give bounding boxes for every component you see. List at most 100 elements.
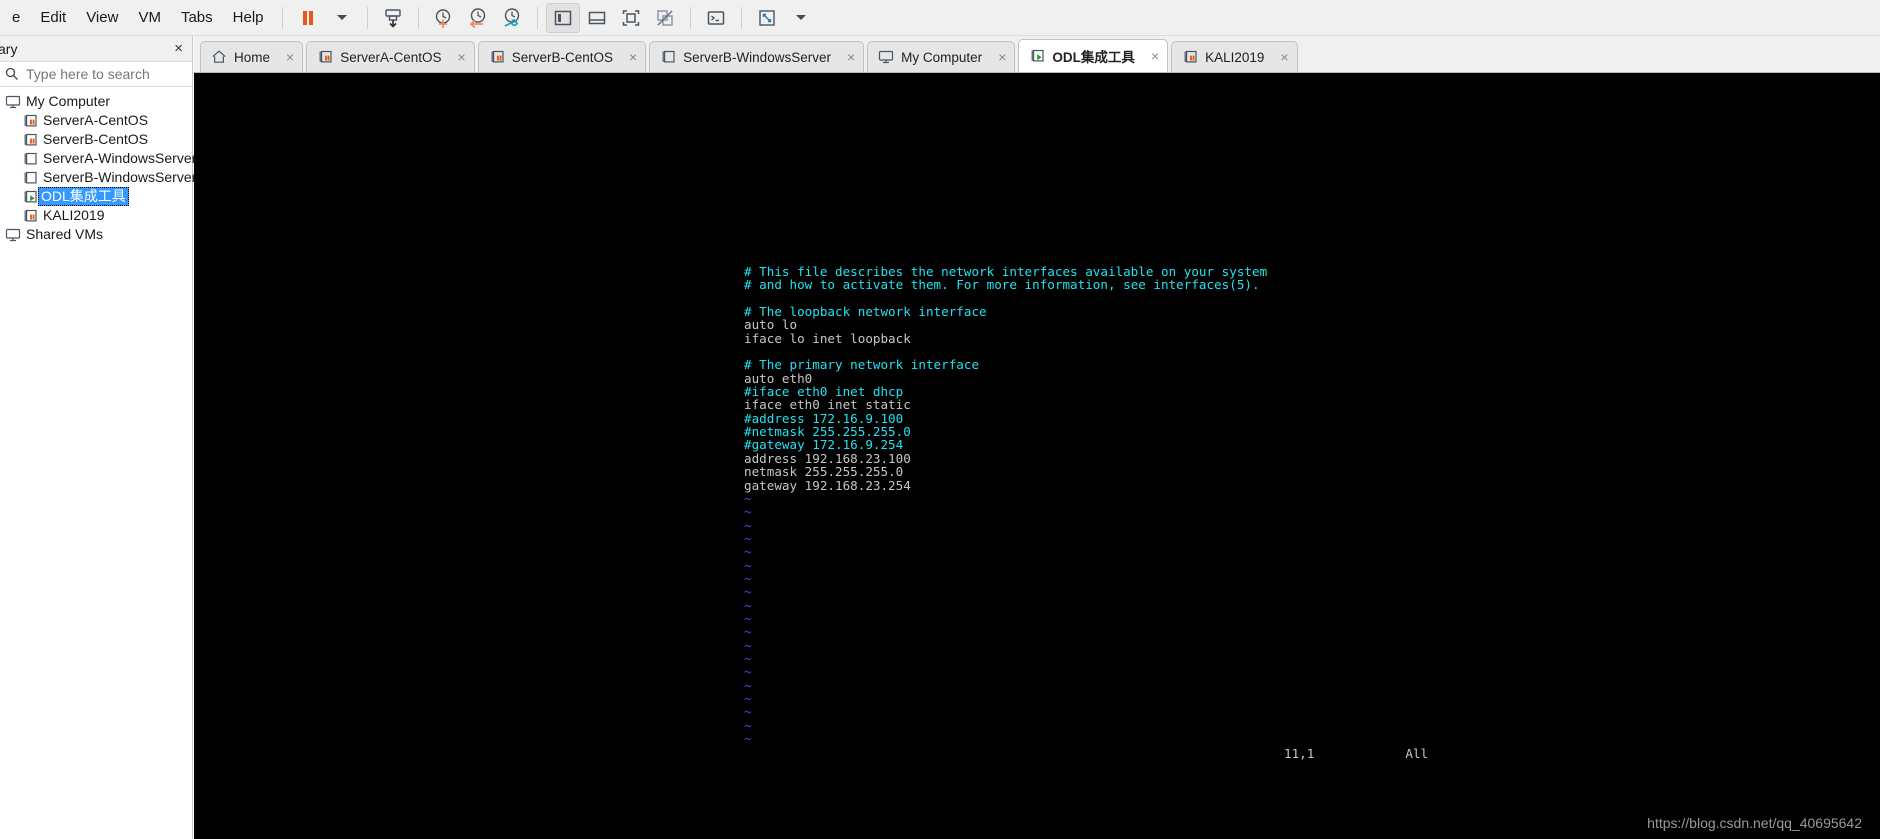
shared-vms-icon — [5, 227, 21, 243]
search-input[interactable] — [20, 65, 209, 83]
vm-powered-off-icon — [22, 170, 38, 186]
terminal-line: ~ — [744, 490, 752, 506]
terminal-line: ~ — [744, 717, 752, 733]
menu-edit[interactable]: Edit — [30, 5, 76, 30]
tree-item-servera-centos[interactable]: ServerA-CentOS — [0, 111, 192, 130]
library-close-button[interactable]: × — [169, 40, 188, 57]
send-ctrl-alt-del-button[interactable] — [376, 3, 410, 33]
vm-powered-off-icon — [660, 49, 676, 65]
toolbar-divider-2 — [366, 6, 368, 29]
tree-item-my-computer[interactable]: My Computer — [0, 92, 192, 111]
snapshot-manager-button[interactable] — [495, 3, 529, 33]
tab-home[interactable]: Home × — [200, 41, 304, 72]
snapshot-clock-wrench-icon — [504, 7, 519, 27]
tab-bar: Home × ServerA-CentOS × ServerB-CentOS × Serve… — [194, 36, 1880, 73]
tree-item-my-computer-label: My Computer — [26, 93, 111, 109]
vm-running-icon — [1182, 49, 1198, 65]
terminal-line: ~ — [744, 704, 752, 720]
menu-vm[interactable]: VM — [128, 5, 171, 30]
menu-edit-label: Edit — [40, 9, 67, 26]
revert-snapshot-button[interactable] — [461, 3, 495, 33]
terminal-line: ~ — [744, 731, 752, 747]
terminal-line: # The loopback network interface — [744, 304, 987, 320]
watermark-text: https://blog.csdn.net/qq_40695642 — [1647, 815, 1862, 831]
show-thumbnail-bar-button[interactable] — [580, 3, 614, 33]
tree-item-servera-windowsserver[interactable]: ServerA-WindowsServer — [0, 149, 196, 168]
snapshot-clock-back-icon — [469, 7, 485, 28]
vi-status-line: 11,1 All — [1284, 746, 1428, 761]
suspend-button[interactable] — [291, 3, 325, 33]
tab-servera-centos-label: ServerA-CentOS — [340, 49, 442, 65]
terminal-text: # This file describes the network interf… — [744, 265, 1267, 747]
show-library-button[interactable] — [545, 2, 580, 33]
terminal-line: #netmask 255.255.255.0 — [744, 424, 911, 440]
tab-home-label: Home — [234, 49, 271, 65]
tab-servera-centos-close-button[interactable]: × — [458, 49, 466, 65]
tab-serverb-windowsserver[interactable]: ServerB-WindowsServer × — [649, 41, 865, 72]
tab-my-computer[interactable]: My Computer × — [867, 41, 1016, 72]
tab-kali2019[interactable]: KALI2019 × — [1171, 41, 1298, 72]
take-snapshot-button[interactable] — [427, 3, 461, 33]
terminal-line: ~ — [744, 691, 752, 706]
menu-view[interactable]: View — [76, 5, 128, 30]
snapshot-clock-plus-icon — [435, 8, 450, 28]
terminal-line: ~ — [744, 530, 752, 546]
unity-disabled-icon — [656, 9, 673, 26]
tab-serverb-centos[interactable]: ServerB-CentOS × — [477, 41, 647, 72]
scroll-position: All — [1405, 746, 1429, 761]
tab-odl[interactable]: ODL集成工具 × — [1018, 39, 1169, 72]
fullscreen-dropdown-button[interactable] — [784, 3, 818, 33]
menu-help[interactable]: Help — [223, 5, 274, 30]
terminal-line: ~ — [744, 650, 752, 666]
terminal-line: ~ — [744, 584, 752, 600]
menu-tabs[interactable]: Tabs — [171, 5, 223, 30]
tab-odl-close-button[interactable]: × — [1151, 48, 1159, 64]
terminal-line: ~ — [744, 544, 752, 560]
tree-item-serverb-centos-label: ServerB-CentOS — [43, 131, 149, 147]
search-icon — [5, 67, 18, 80]
tree-item-serverb-centos[interactable]: ServerB-CentOS — [0, 130, 192, 149]
terminal-line: ~ — [744, 570, 752, 586]
tab-serverb-windowsserver-close-button[interactable]: × — [847, 49, 855, 65]
tab-serverb-centos-close-button[interactable]: × — [629, 49, 637, 65]
library-title: ary — [0, 40, 18, 57]
console-button[interactable] — [699, 3, 733, 33]
menu-file-label: e — [12, 9, 21, 26]
tree-item-servera-windowsserver-label: ServerA-WindowsServer — [43, 150, 197, 166]
chevron-down-icon — [336, 15, 347, 20]
unity-mode-button[interactable] — [648, 3, 682, 33]
tree-item-odl[interactable]: ODL集成工具 — [0, 187, 192, 206]
vm-running-icon — [22, 113, 38, 129]
tab-servera-centos[interactable]: ServerA-CentOS × — [306, 41, 475, 72]
vm-console-screen[interactable]: # This file describes the network interf… — [194, 73, 1880, 839]
vm-playing-icon — [1029, 48, 1045, 64]
terminal-line: # and how to activate them. For more inf… — [744, 277, 1260, 293]
terminal-line: netmask 255.255.255.0 — [744, 464, 904, 480]
tab-my-computer-close-button[interactable]: × — [998, 49, 1006, 65]
toolbar-divider — [281, 6, 283, 29]
fullscreen-icon — [622, 9, 639, 26]
vm-running-icon — [489, 49, 505, 65]
tab-kali2019-close-button[interactable]: × — [1280, 49, 1288, 65]
menu-file[interactable]: e — [2, 5, 30, 30]
tree-item-serverb-windowsserver[interactable]: ServerB-WindowsServer — [0, 168, 196, 187]
tab-serverb-windowsserver-label: ServerB-WindowsServer — [683, 49, 831, 65]
vm-running-icon — [22, 132, 38, 148]
terminal-line: ~ — [744, 504, 752, 520]
show-console-view-button[interactable] — [614, 3, 648, 33]
computer-icon — [5, 94, 21, 110]
terminal-line: address 192.168.23.100 — [744, 450, 911, 466]
search-row — [0, 62, 219, 87]
terminal-line: #gateway 172.16.9.254 — [744, 437, 904, 453]
fullscreen-button[interactable] — [750, 3, 784, 33]
tree-item-kali2019[interactable]: KALI2019 — [0, 206, 192, 225]
library-header: ary × — [0, 36, 192, 62]
tree-item-shared-vms[interactable]: Shared VMs — [0, 225, 192, 244]
tab-home-close-button[interactable]: × — [286, 49, 294, 65]
terminal-line: ~ — [744, 517, 752, 533]
terminal-line: iface lo inet loopback — [744, 330, 911, 346]
terminal-line: ~ — [744, 624, 752, 640]
power-dropdown-button[interactable] — [325, 3, 359, 33]
terminal-line: ~ — [744, 610, 752, 626]
